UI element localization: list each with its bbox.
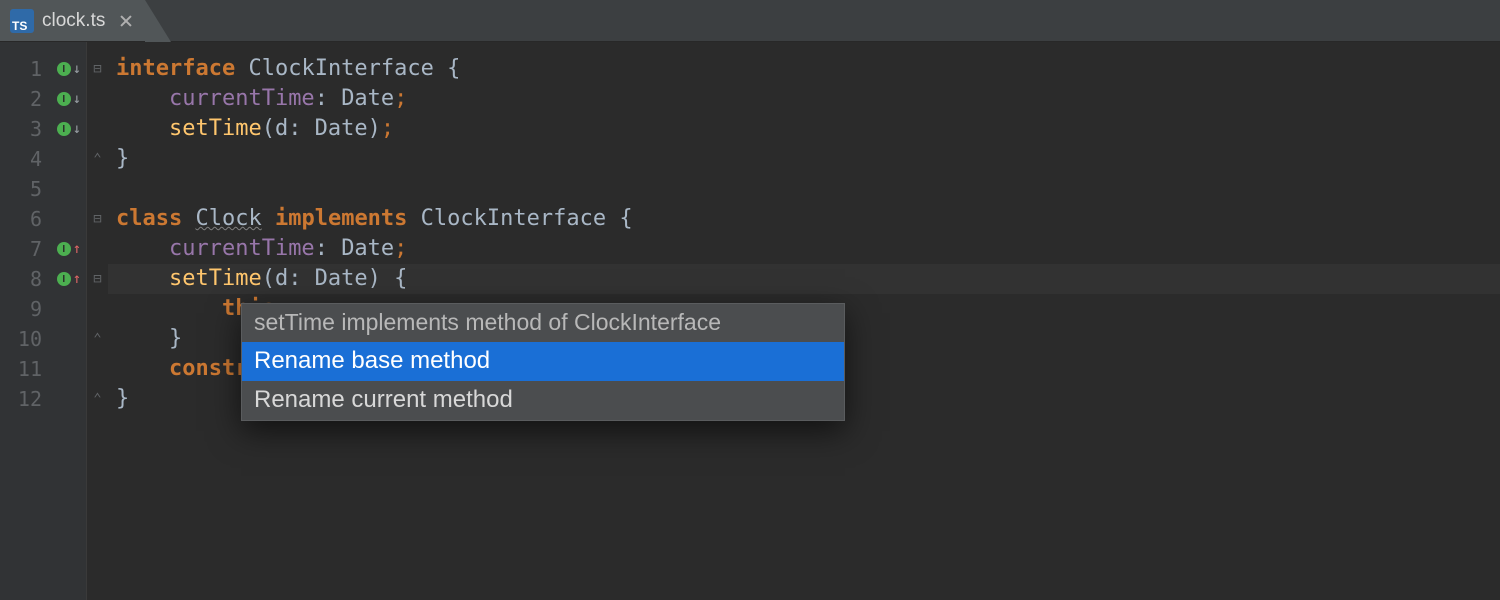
popup-title: setTime implements method of ClockInterf… xyxy=(242,304,844,342)
code-line[interactable]: currentTime: Date; xyxy=(108,234,1500,264)
popup-item-rename-current[interactable]: Rename current method xyxy=(242,381,844,420)
line-number: 7 xyxy=(0,234,52,264)
line-number: 12 xyxy=(0,384,52,414)
line-number-gutter: 1 2 3 4 5 6 7 8 9 10 11 12 xyxy=(0,42,52,600)
fold-column: ⊟ ⌃ ⊟ ⊟ ⌃ ⌃ xyxy=(86,42,108,600)
line-number: 4 xyxy=(0,144,52,174)
code-line[interactable]: } xyxy=(108,144,1500,174)
code-line[interactable]: currentTime: Date; xyxy=(108,84,1500,114)
fold-toggle[interactable]: ⊟ xyxy=(87,204,108,234)
code-line[interactable]: interface ClockInterface { xyxy=(108,54,1500,84)
code-line-active[interactable]: setTime(d: Date) { xyxy=(108,264,1500,294)
popup-item-rename-base[interactable]: Rename base method xyxy=(242,342,844,381)
line-number: 9 xyxy=(0,294,52,324)
implemented-by-icon[interactable]: I↓ xyxy=(52,114,86,144)
code-line[interactable] xyxy=(108,174,1500,204)
implemented-by-icon[interactable]: I↓ xyxy=(52,84,86,114)
code-line[interactable]: class Clock implements ClockInterface { xyxy=(108,204,1500,234)
line-number: 5 xyxy=(0,174,52,204)
implements-icon[interactable]: I↑ xyxy=(52,264,86,294)
code-line[interactable]: setTime(d: Date); xyxy=(108,114,1500,144)
implemented-by-icon[interactable]: I↓ xyxy=(52,54,86,84)
line-number: 10 xyxy=(0,324,52,354)
line-number: 1 xyxy=(0,54,52,84)
implements-icon[interactable]: I↑ xyxy=(52,234,86,264)
rename-method-popup: setTime implements method of ClockInterf… xyxy=(241,303,845,421)
fold-end-icon[interactable]: ⌃ xyxy=(87,144,108,174)
tab-bar: TS clock.ts xyxy=(0,0,1500,42)
line-number: 3 xyxy=(0,114,52,144)
line-number: 2 xyxy=(0,84,52,114)
fold-toggle[interactable]: ⊟ xyxy=(87,264,108,294)
line-number: 8 xyxy=(0,264,52,294)
line-number: 11 xyxy=(0,354,52,384)
gutter-markers: I↓ I↓ I↓ I↑ I↑ xyxy=(52,42,86,600)
line-number: 6 xyxy=(0,204,52,234)
fold-end-icon[interactable]: ⌃ xyxy=(87,324,108,354)
fold-toggle[interactable]: ⊟ xyxy=(87,54,108,84)
close-icon[interactable] xyxy=(119,14,133,28)
fold-end-icon[interactable]: ⌃ xyxy=(87,384,108,414)
typescript-file-icon: TS xyxy=(10,9,34,33)
tab-label: clock.ts xyxy=(42,10,105,32)
tab-clock-ts[interactable]: TS clock.ts xyxy=(0,0,145,41)
